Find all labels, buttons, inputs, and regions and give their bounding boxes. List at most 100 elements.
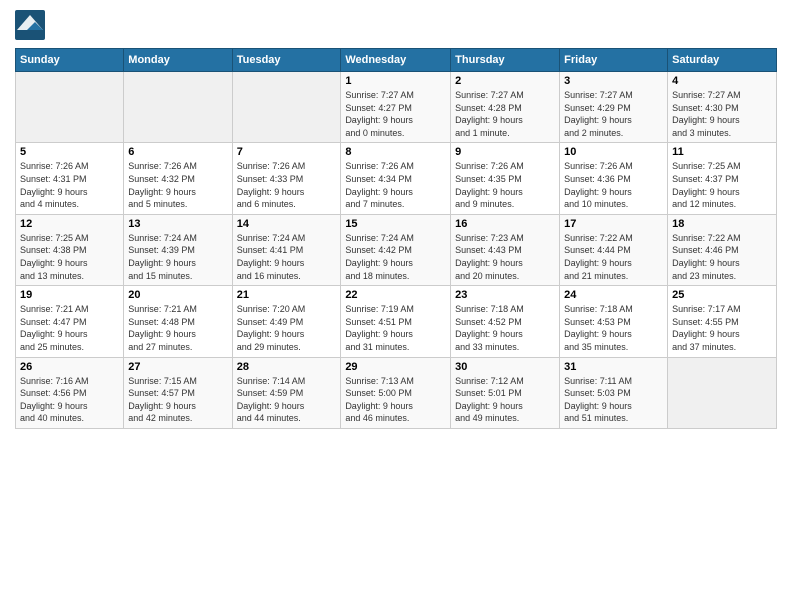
day-number: 18 <box>672 218 772 230</box>
weekday-header: Friday <box>560 49 668 72</box>
calendar-cell: 10 Sunrise: 7:26 AM Sunset: 4:36 PM Dayli… <box>560 143 668 214</box>
day-number: 19 <box>20 289 119 301</box>
calendar-cell: 22 Sunrise: 7:19 AM Sunset: 4:51 PM Dayli… <box>341 286 451 357</box>
calendar-cell <box>124 72 232 143</box>
day-number: 7 <box>237 146 337 158</box>
day-number: 16 <box>455 218 555 230</box>
day-info: Sunrise: 7:15 AM Sunset: 4:57 PM Dayligh… <box>128 375 227 425</box>
day-info: Sunrise: 7:11 AM Sunset: 5:03 PM Dayligh… <box>564 375 663 425</box>
weekday-header: Saturday <box>668 49 777 72</box>
day-number: 31 <box>564 361 663 373</box>
day-info: Sunrise: 7:26 AM Sunset: 4:31 PM Dayligh… <box>20 160 119 210</box>
calendar-cell: 14 Sunrise: 7:24 AM Sunset: 4:41 PM Dayli… <box>232 214 341 285</box>
calendar-cell: 11 Sunrise: 7:25 AM Sunset: 4:37 PM Dayli… <box>668 143 777 214</box>
calendar-week-row: 19 Sunrise: 7:21 AM Sunset: 4:47 PM Dayli… <box>16 286 777 357</box>
header <box>15 10 777 40</box>
logo <box>15 10 49 40</box>
calendar: SundayMondayTuesdayWednesdayThursdayFrid… <box>15 48 777 429</box>
calendar-cell <box>232 72 341 143</box>
day-info: Sunrise: 7:27 AM Sunset: 4:30 PM Dayligh… <box>672 89 772 139</box>
calendar-cell: 3 Sunrise: 7:27 AM Sunset: 4:29 PM Daylig… <box>560 72 668 143</box>
day-info: Sunrise: 7:26 AM Sunset: 4:33 PM Dayligh… <box>237 160 337 210</box>
calendar-cell: 1 Sunrise: 7:27 AM Sunset: 4:27 PM Daylig… <box>341 72 451 143</box>
calendar-week-row: 12Sunrise: 7:25 AM Sunset: 4:38 PM Dayli… <box>16 214 777 285</box>
weekday-header: Monday <box>124 49 232 72</box>
day-info: Sunrise: 7:14 AM Sunset: 4:59 PM Dayligh… <box>237 375 337 425</box>
day-info: Sunrise: 7:21 AM Sunset: 4:48 PM Dayligh… <box>128 303 227 353</box>
day-number: 11 <box>672 146 772 158</box>
calendar-cell <box>668 357 777 428</box>
calendar-cell: 9 Sunrise: 7:26 AM Sunset: 4:35 PM Daylig… <box>451 143 560 214</box>
calendar-cell: 15 Sunrise: 7:24 AM Sunset: 4:42 PM Dayli… <box>341 214 451 285</box>
day-number: 17 <box>564 218 663 230</box>
calendar-cell: 19 Sunrise: 7:21 AM Sunset: 4:47 PM Dayli… <box>16 286 124 357</box>
day-number: 10 <box>564 146 663 158</box>
calendar-cell: 30 Sunrise: 7:12 AM Sunset: 5:01 PM Dayli… <box>451 357 560 428</box>
day-info: Sunrise: 7:18 AM Sunset: 4:53 PM Dayligh… <box>564 303 663 353</box>
day-number: 15 <box>345 218 446 230</box>
logo-icon <box>15 10 45 40</box>
calendar-cell: 6 Sunrise: 7:26 AM Sunset: 4:32 PM Daylig… <box>124 143 232 214</box>
day-info: Sunrise: 7:24 AM Sunset: 4:42 PM Dayligh… <box>345 232 446 282</box>
page: SundayMondayTuesdayWednesdayThursdayFrid… <box>0 0 792 612</box>
day-number: 30 <box>455 361 555 373</box>
calendar-cell: 12Sunrise: 7:25 AM Sunset: 4:38 PM Dayli… <box>16 214 124 285</box>
calendar-cell: 17 Sunrise: 7:22 AM Sunset: 4:44 PM Dayli… <box>560 214 668 285</box>
calendar-cell: 5Sunrise: 7:26 AM Sunset: 4:31 PM Daylig… <box>16 143 124 214</box>
day-info: Sunrise: 7:19 AM Sunset: 4:51 PM Dayligh… <box>345 303 446 353</box>
calendar-cell: 25 Sunrise: 7:17 AM Sunset: 4:55 PM Dayli… <box>668 286 777 357</box>
day-info: Sunrise: 7:24 AM Sunset: 4:41 PM Dayligh… <box>237 232 337 282</box>
day-info: Sunrise: 7:13 AM Sunset: 5:00 PM Dayligh… <box>345 375 446 425</box>
day-info: Sunrise: 7:27 AM Sunset: 4:28 PM Dayligh… <box>455 89 555 139</box>
day-info: Sunrise: 7:26 AM Sunset: 4:32 PM Dayligh… <box>128 160 227 210</box>
calendar-cell: 23 Sunrise: 7:18 AM Sunset: 4:52 PM Dayli… <box>451 286 560 357</box>
day-number: 22 <box>345 289 446 301</box>
day-number: 1 <box>345 75 446 87</box>
weekday-header: Wednesday <box>341 49 451 72</box>
day-number: 6 <box>128 146 227 158</box>
day-info: Sunrise: 7:17 AM Sunset: 4:55 PM Dayligh… <box>672 303 772 353</box>
day-info: Sunrise: 7:26 AM Sunset: 4:34 PM Dayligh… <box>345 160 446 210</box>
day-number: 21 <box>237 289 337 301</box>
day-info: Sunrise: 7:25 AM Sunset: 4:37 PM Dayligh… <box>672 160 772 210</box>
day-number: 24 <box>564 289 663 301</box>
day-info: Sunrise: 7:27 AM Sunset: 4:27 PM Dayligh… <box>345 89 446 139</box>
day-info: Sunrise: 7:21 AM Sunset: 4:47 PM Dayligh… <box>20 303 119 353</box>
calendar-cell: 7 Sunrise: 7:26 AM Sunset: 4:33 PM Daylig… <box>232 143 341 214</box>
day-info: Sunrise: 7:23 AM Sunset: 4:43 PM Dayligh… <box>455 232 555 282</box>
day-number: 20 <box>128 289 227 301</box>
day-number: 23 <box>455 289 555 301</box>
calendar-cell: 20 Sunrise: 7:21 AM Sunset: 4:48 PM Dayli… <box>124 286 232 357</box>
calendar-cell: 16 Sunrise: 7:23 AM Sunset: 4:43 PM Dayli… <box>451 214 560 285</box>
day-info: Sunrise: 7:22 AM Sunset: 4:44 PM Dayligh… <box>564 232 663 282</box>
weekday-header: Sunday <box>16 49 124 72</box>
calendar-header-row: SundayMondayTuesdayWednesdayThursdayFrid… <box>16 49 777 72</box>
day-info: Sunrise: 7:26 AM Sunset: 4:35 PM Dayligh… <box>455 160 555 210</box>
day-number: 4 <box>672 75 772 87</box>
calendar-cell: 24 Sunrise: 7:18 AM Sunset: 4:53 PM Dayli… <box>560 286 668 357</box>
calendar-cell: 27Sunrise: 7:15 AM Sunset: 4:57 PM Dayli… <box>124 357 232 428</box>
weekday-header: Tuesday <box>232 49 341 72</box>
day-info: Sunrise: 7:12 AM Sunset: 5:01 PM Dayligh… <box>455 375 555 425</box>
day-number: 9 <box>455 146 555 158</box>
calendar-cell: 18Sunrise: 7:22 AM Sunset: 4:46 PM Dayli… <box>668 214 777 285</box>
day-info: Sunrise: 7:16 AM Sunset: 4:56 PM Dayligh… <box>20 375 119 425</box>
day-number: 13 <box>128 218 227 230</box>
calendar-week-row: 5Sunrise: 7:26 AM Sunset: 4:31 PM Daylig… <box>16 143 777 214</box>
day-info: Sunrise: 7:26 AM Sunset: 4:36 PM Dayligh… <box>564 160 663 210</box>
day-info: Sunrise: 7:27 AM Sunset: 4:29 PM Dayligh… <box>564 89 663 139</box>
calendar-week-row: 26Sunrise: 7:16 AM Sunset: 4:56 PM Dayli… <box>16 357 777 428</box>
day-info: Sunrise: 7:18 AM Sunset: 4:52 PM Dayligh… <box>455 303 555 353</box>
day-number: 14 <box>237 218 337 230</box>
calendar-cell: 4 Sunrise: 7:27 AM Sunset: 4:30 PM Daylig… <box>668 72 777 143</box>
calendar-cell: 31 Sunrise: 7:11 AM Sunset: 5:03 PM Dayli… <box>560 357 668 428</box>
day-number: 3 <box>564 75 663 87</box>
calendar-cell: 26Sunrise: 7:16 AM Sunset: 4:56 PM Dayli… <box>16 357 124 428</box>
calendar-cell: 21Sunrise: 7:20 AM Sunset: 4:49 PM Dayli… <box>232 286 341 357</box>
day-number: 25 <box>672 289 772 301</box>
weekday-header: Thursday <box>451 49 560 72</box>
day-number: 12 <box>20 218 119 230</box>
day-info: Sunrise: 7:24 AM Sunset: 4:39 PM Dayligh… <box>128 232 227 282</box>
calendar-cell: 8 Sunrise: 7:26 AM Sunset: 4:34 PM Daylig… <box>341 143 451 214</box>
day-number: 8 <box>345 146 446 158</box>
